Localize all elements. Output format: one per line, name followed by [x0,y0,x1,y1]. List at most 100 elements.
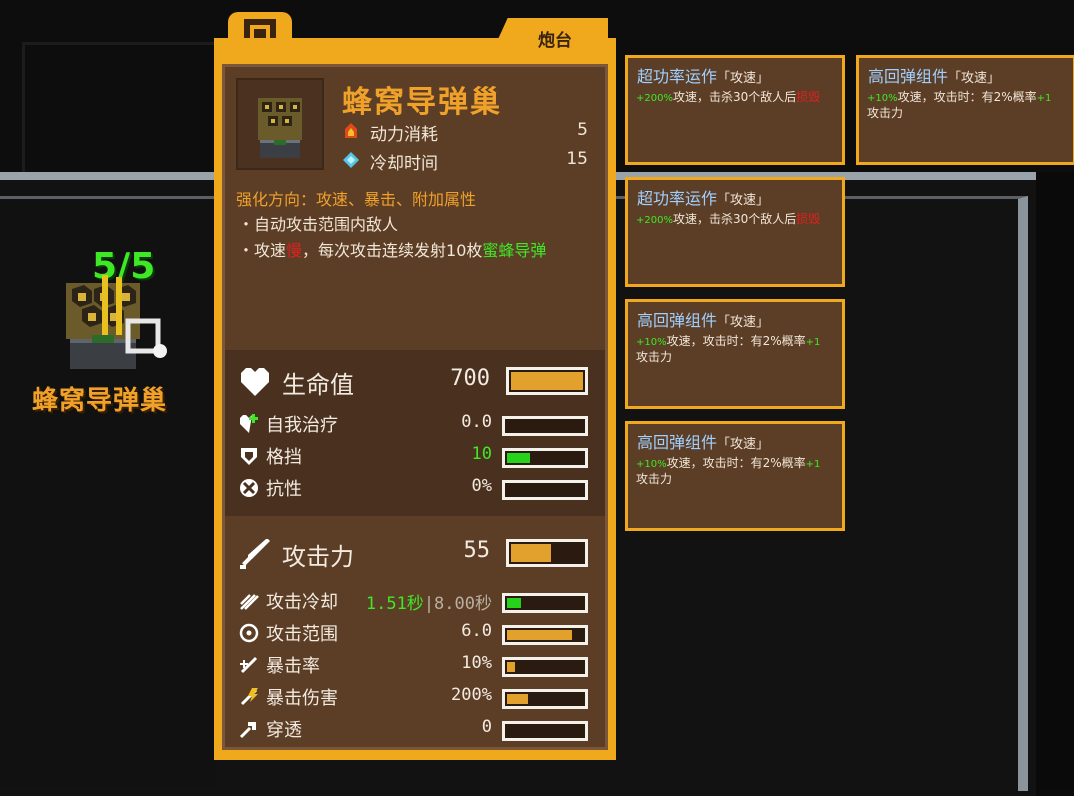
stat-bar [502,721,588,741]
module-text: 攻击力 [636,472,673,486]
stat-value: 0% [471,476,492,496]
stat-bar [502,657,588,677]
stat-value-current: 1.51秒 [365,594,424,614]
stat-bar-fill [507,453,530,463]
stat-value-base: |8.00秒 [423,594,492,614]
stat-label: 穿透 [266,720,302,741]
module-tag: 「攻速」 [948,71,1001,86]
stat-self-heal: 自我治疗 0.0 [238,410,590,438]
item-portrait [236,78,324,170]
module-name: 高回弹组件 [637,433,718,452]
stat-attack-range: 攻击范围 6.0 [238,619,590,647]
module-description: +10%攻速，攻击时：有2%概率+1 攻击力 [636,456,836,487]
stat-value: 10 [471,444,492,464]
stat-bar [502,593,588,613]
description-line: ・攻速慢，每次攻击连续发射10枚蜜蜂导弹 [238,237,546,261]
module-card[interactable]: 高回弹组件「攻速」 +10%攻速，攻击时：有2%概率+1 攻击力 [625,299,845,409]
module-title: 高回弹组件「攻速」 [637,429,769,453]
stat-resistance: 抗性 0% [238,474,590,502]
stat-bar [502,448,588,468]
stat-hp: 生命值 700 [238,366,590,399]
stat-bar [502,689,588,709]
stat-value: 55 [463,538,491,563]
module-name: 超功率运作 [637,189,718,208]
module-text: 攻击力 [636,350,673,364]
stat-value: 1.51秒|8.00秒 [366,589,492,614]
module-bonus: +10% [636,459,667,470]
stat-crit-rate: 暴击率 10% [238,651,590,679]
stat-attack-cooldown: 攻击冷却 1.51秒|8.00秒 [238,587,590,615]
stat-value: 0 [481,717,492,737]
stat-bar [506,539,588,567]
cooldown-gem-icon [343,152,359,168]
prop-cooldown: 冷却时间 15 [342,149,592,174]
module-card[interactable]: 超功率运作「攻速」 +200%攻速，击杀30个敌人后损毁 [625,177,845,287]
stat-bar [502,625,588,645]
description-text: ，每次攻击连续发射10枚 [302,241,483,260]
module-text: 攻速，击杀30个敌人后 [672,212,797,226]
prop-label: 动力消耗 [370,125,438,145]
stat-block: 格挡 10 [238,442,590,470]
module-bonus: +1 [805,459,821,470]
module-text: 攻速，击杀30个敌人后 [672,90,797,104]
stat-value: 6.0 [461,621,492,641]
module-text: 攻速，攻击时：有2%概率 [666,334,806,348]
prop-value: 5 [577,120,588,140]
module-tag: 「攻速」 [717,315,770,330]
module-bonus: +1 [805,337,821,348]
prop-label: 冷却时间 [370,154,438,174]
stat-value: 200% [451,685,492,705]
module-bonus: +1 [1036,93,1052,104]
module-bonus: +200% [636,215,673,226]
item-title: 蜂窝导弹巢 [342,85,502,120]
module-description: +10%攻速，攻击时：有2%概率+1 攻击力 [636,334,836,365]
module-description: +200%攻速，击杀30个敌人后损毁 [636,90,836,106]
module-description: +10%攻速，攻击时：有2%概率+1 攻击力 [867,90,1067,121]
stat-pierce: 穿透 0 [238,715,590,743]
stat-bar-fill [511,372,583,390]
module-card[interactable]: 超功率运作「攻速」 +200%攻速，击杀30个敌人后损毁 [625,55,845,165]
module-text: 攻速，攻击时：有2%概率 [666,456,806,470]
power-icon [345,123,357,138]
module-text: 攻速，攻击时：有2%概率 [897,90,1037,104]
upgrade-direction: 强化方向：攻速、暴击、附加属性 [236,190,477,209]
module-bonus: +200% [636,93,673,104]
attack-cooldown-icon [240,594,259,610]
stat-label: 生命值 [282,371,354,399]
module-penalty: 损毁 [796,90,821,104]
module-card[interactable]: 高回弹组件「攻速」 +10%攻速，攻击时：有2%概率+1 攻击力 [856,55,1074,165]
stat-attack: 攻击力 55 [238,538,590,571]
stat-label: 暴击伤害 [266,688,338,709]
module-tag: 「攻速」 [717,71,770,86]
stat-label: 自我治疗 [266,415,338,436]
module-card[interactable]: 高回弹组件「攻速」 +10%攻速，攻击时：有2%概率+1 攻击力 [625,421,845,531]
stat-value: 0.0 [461,412,492,432]
crit-damage-icon [240,688,258,706]
stat-bar [502,416,588,436]
stat-label: 攻击冷却 [266,592,338,613]
module-name: 高回弹组件 [637,311,718,330]
module-penalty: 损毁 [796,212,821,226]
module-bonus: +10% [636,337,667,348]
hive-missile-turret-sprite[interactable] [62,275,174,375]
stat-value: 10% [461,653,492,673]
shield-icon [241,448,257,465]
description-red-text: 慢 [286,241,303,260]
crit-rate-icon [240,656,258,674]
stat-value: 700 [450,366,490,391]
stat-bar [506,367,588,395]
module-tag: 「攻速」 [717,193,770,208]
range-icon [239,623,259,643]
heart-icon [241,368,269,396]
stat-crit-damage: 暴击伤害 200% [238,683,590,711]
pierce-icon [239,722,256,739]
module-tag: 「攻速」 [717,437,770,452]
module-bonus: +10% [867,93,898,104]
stat-label: 抗性 [266,479,302,500]
description-text: ・攻速 [238,241,287,260]
module-description: +200%攻速，击杀30个敌人后损毁 [636,212,836,228]
description-green-text: 蜜蜂导弹 [482,241,547,260]
stat-bar-fill [511,544,551,562]
stat-bar-fill [507,662,515,672]
module-title: 超功率运作「攻速」 [637,185,769,209]
